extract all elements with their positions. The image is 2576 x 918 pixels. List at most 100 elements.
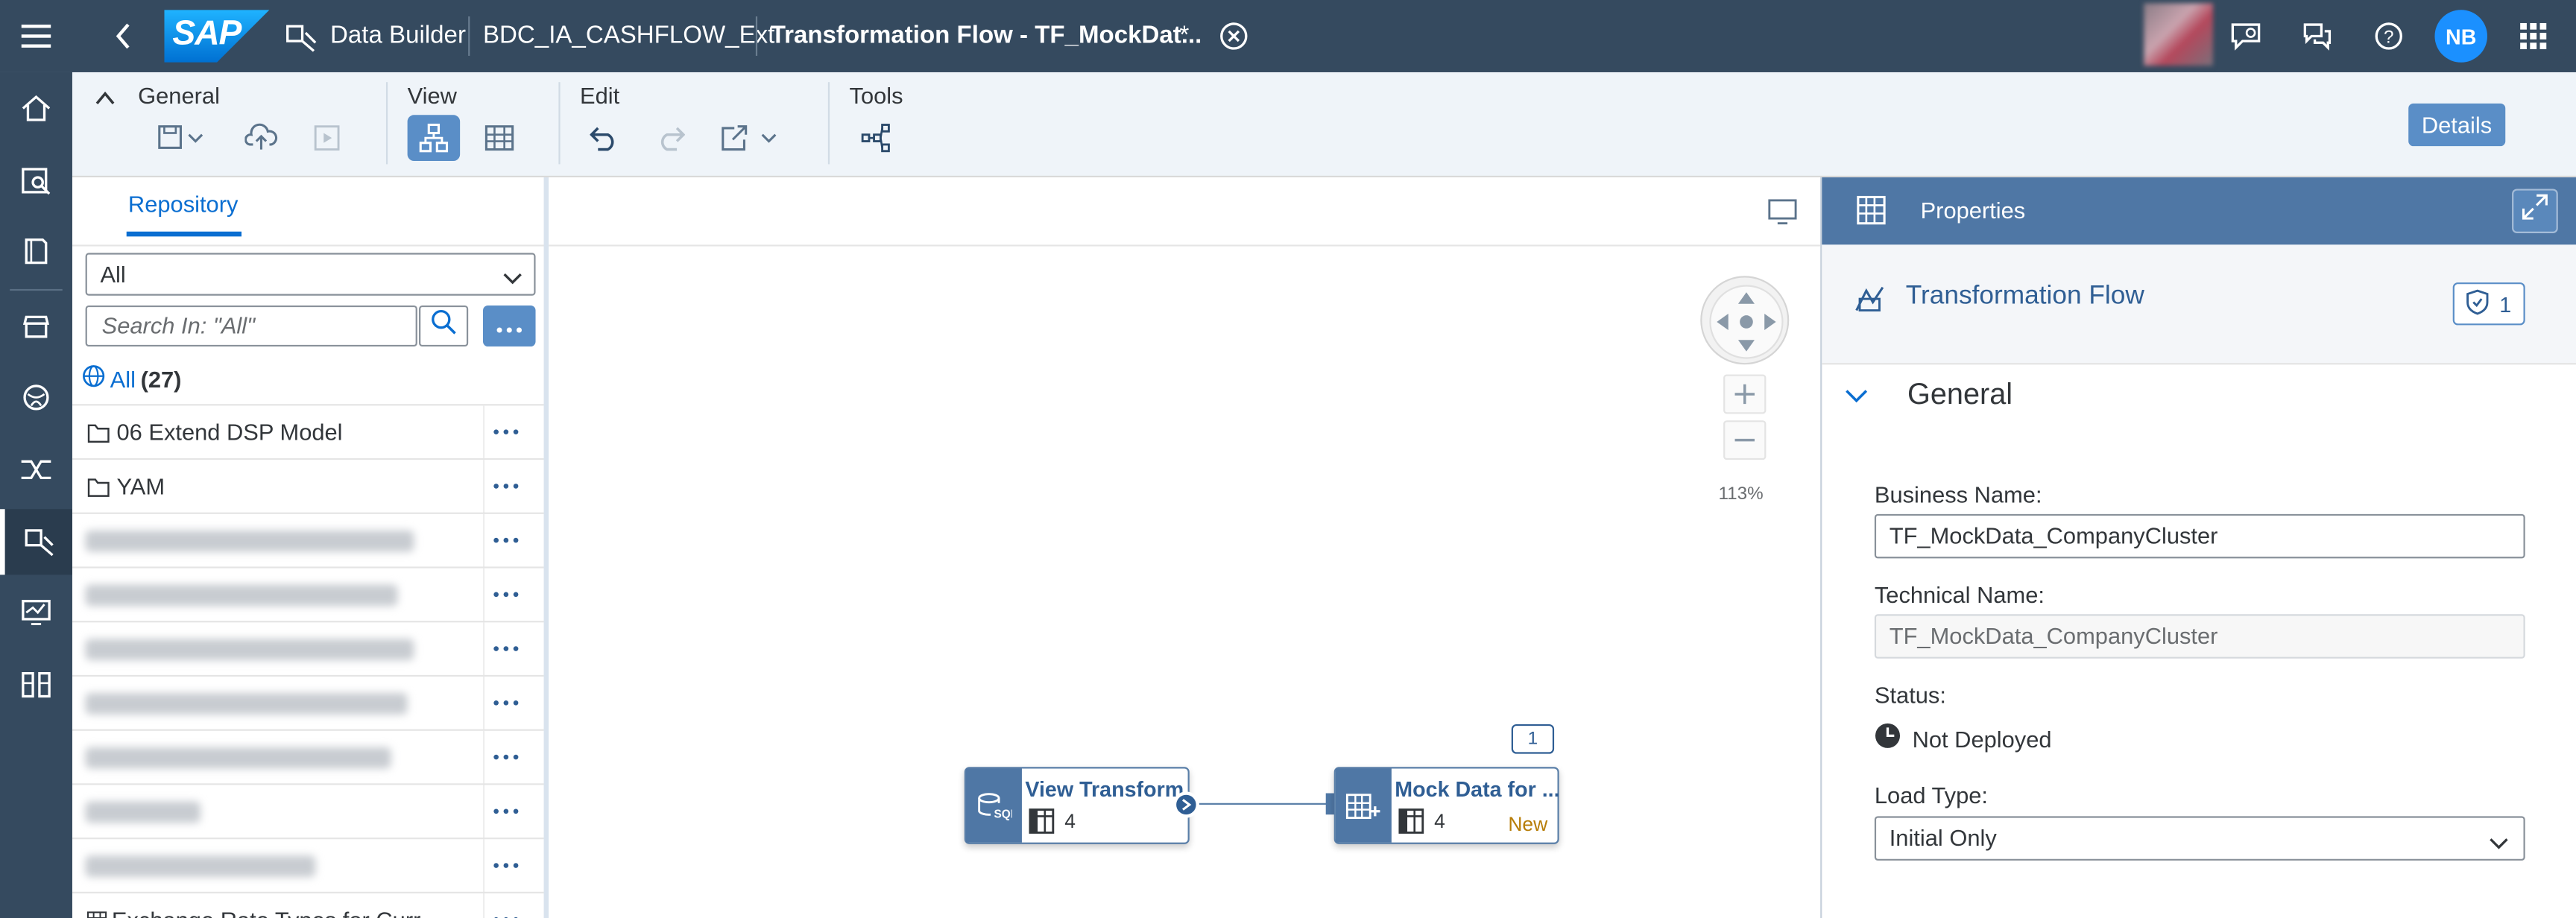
repository-list-item[interactable]	[72, 783, 544, 840]
pan-control[interactable]	[1700, 276, 1790, 365]
item-more-icon[interactable]	[488, 797, 524, 826]
divider	[483, 839, 485, 893]
impact-lineage-button[interactable]	[850, 115, 903, 161]
item-more-icon[interactable]	[488, 634, 524, 664]
redo-button[interactable]	[644, 115, 697, 161]
divider	[483, 460, 485, 514]
repository-list-item[interactable]	[72, 566, 544, 623]
item-more-icon[interactable]	[488, 742, 524, 772]
repository-list-item[interactable]	[72, 512, 544, 569]
node-mock-data[interactable]: Mock Data for ... 4 New	[1333, 767, 1560, 844]
diagram-view-button[interactable]	[407, 115, 461, 161]
export-button[interactable]	[713, 115, 789, 161]
tab-repository[interactable]: Repository	[128, 191, 239, 217]
item-more-icon[interactable]	[488, 580, 524, 610]
all-objects-link[interactable]: All	[110, 365, 136, 391]
repository-more-button[interactable]	[483, 305, 536, 347]
repository-list-item[interactable]	[72, 621, 544, 677]
object-header: Transformation Flow 1	[1822, 244, 2576, 365]
load-type-select[interactable]: Initial Only	[1874, 816, 2525, 861]
divider	[385, 82, 388, 165]
transformation-flow-icon	[1853, 282, 1886, 323]
run-button[interactable]	[300, 115, 353, 161]
item-more-icon[interactable]	[488, 905, 524, 918]
repository-filter-select[interactable]: All	[85, 253, 536, 296]
node-view-transform[interactable]: SQL View Transform 4	[964, 767, 1190, 844]
notifications-icon[interactable]	[2299, 18, 2334, 54]
catalog-search-icon[interactable]	[0, 148, 72, 213]
fullscreen-icon[interactable]	[1768, 199, 1798, 233]
feedback-icon[interactable]	[2228, 18, 2264, 54]
repository-icon[interactable]	[0, 218, 72, 284]
section-general[interactable]: General	[1845, 378, 2012, 412]
repository-list-item[interactable]: Exchange Rate Types for Curr...	[72, 891, 544, 918]
diagram-canvas[interactable]: 113% SQL View Transform 4 1 Mock Data fo…	[549, 177, 1821, 918]
list-item-label: YAM	[116, 472, 165, 500]
divider	[483, 677, 485, 731]
shield-icon	[2466, 288, 2490, 320]
redacted-item	[85, 584, 398, 607]
list-item-label: 06 Extend DSP Model	[116, 419, 343, 446]
technical-name-field: TF_MockData_CompanyCluster	[1874, 614, 2525, 659]
clock-icon	[1875, 723, 1901, 754]
all-objects-count: (27)	[140, 365, 182, 392]
repository-list-item[interactable]	[72, 838, 544, 893]
target-badge[interactable]: 1	[1511, 724, 1555, 754]
home-icon[interactable]	[0, 75, 72, 141]
target-table-icon	[1335, 768, 1392, 843]
table-view-button[interactable]	[473, 115, 526, 161]
zoom-in-button[interactable]	[1723, 374, 1767, 414]
close-tab-icon[interactable]	[1216, 18, 1251, 54]
details-button[interactable]: Details	[2408, 103, 2505, 147]
folder-icon	[87, 422, 110, 448]
repository-list-item[interactable]: YAM	[72, 458, 544, 514]
data-builder-nav-icon[interactable]	[0, 509, 72, 575]
item-more-icon[interactable]	[488, 851, 524, 881]
repository-list-item[interactable]	[72, 674, 544, 731]
save-button[interactable]	[148, 115, 213, 161]
data-sharing-icon[interactable]	[0, 364, 72, 430]
repository-search-input[interactable]: Search In: "All"	[85, 305, 417, 347]
zoom-out-button[interactable]	[1723, 420, 1767, 460]
item-more-icon[interactable]	[488, 472, 524, 501]
undo-button[interactable]	[578, 115, 631, 161]
business-builder-icon[interactable]	[0, 437, 72, 502]
node-status-badge: New	[1508, 812, 1548, 836]
globe-icon	[82, 364, 105, 392]
redacted-item	[85, 855, 316, 877]
flow-connector[interactable]	[1187, 803, 1331, 805]
editor-toolbar: General View Edit Tools Details	[72, 72, 2576, 178]
editor-tab-title[interactable]: Transformation Flow - TF_MockDat...	[771, 0, 1202, 72]
item-more-icon[interactable]	[488, 525, 524, 555]
item-more-icon[interactable]	[488, 688, 524, 718]
app-grid-icon[interactable]	[2515, 18, 2551, 54]
marketplace-icon[interactable]	[0, 294, 72, 360]
expand-panel-button[interactable]	[2512, 189, 2558, 233]
deploy-button[interactable]	[235, 115, 288, 161]
help-icon[interactable]: ?	[2371, 18, 2407, 54]
repository-list-item[interactable]	[72, 729, 544, 785]
data-integration-monitor-icon[interactable]	[0, 580, 72, 645]
collapse-toolbar-icon[interactable]	[95, 86, 115, 115]
connections-icon[interactable]	[0, 652, 72, 718]
divider	[483, 513, 485, 569]
output-port[interactable]	[1172, 791, 1199, 818]
chevron-down-icon	[2487, 826, 2510, 867]
status-text: Not Deployed	[1912, 725, 2052, 752]
load-type-label: Load Type:	[1874, 782, 1989, 808]
back-icon[interactable]	[105, 18, 141, 54]
space-name[interactable]: BDC_IA_CASHFLOW_Ext	[483, 0, 774, 72]
object-type-title: Transformation Flow	[1905, 282, 2144, 311]
shell-bar: SAP Data Builder BDC_IA_CASHFLOW_Ext Tra…	[0, 0, 2576, 72]
business-name-field[interactable]: TF_MockData_CompanyCluster	[1874, 513, 2525, 559]
columns-icon	[1029, 808, 1055, 842]
divider	[483, 785, 485, 840]
menu-icon[interactable]	[18, 18, 54, 54]
sap-logo[interactable]: SAP	[164, 10, 270, 63]
item-more-icon[interactable]	[488, 417, 524, 447]
user-avatar[interactable]: NB	[2434, 10, 2488, 63]
validation-button[interactable]: 1	[2452, 282, 2525, 326]
search-button[interactable]	[419, 305, 469, 347]
chevron-down-icon	[501, 261, 524, 300]
repository-list-item[interactable]: 06 Extend DSP Model	[72, 404, 544, 460]
